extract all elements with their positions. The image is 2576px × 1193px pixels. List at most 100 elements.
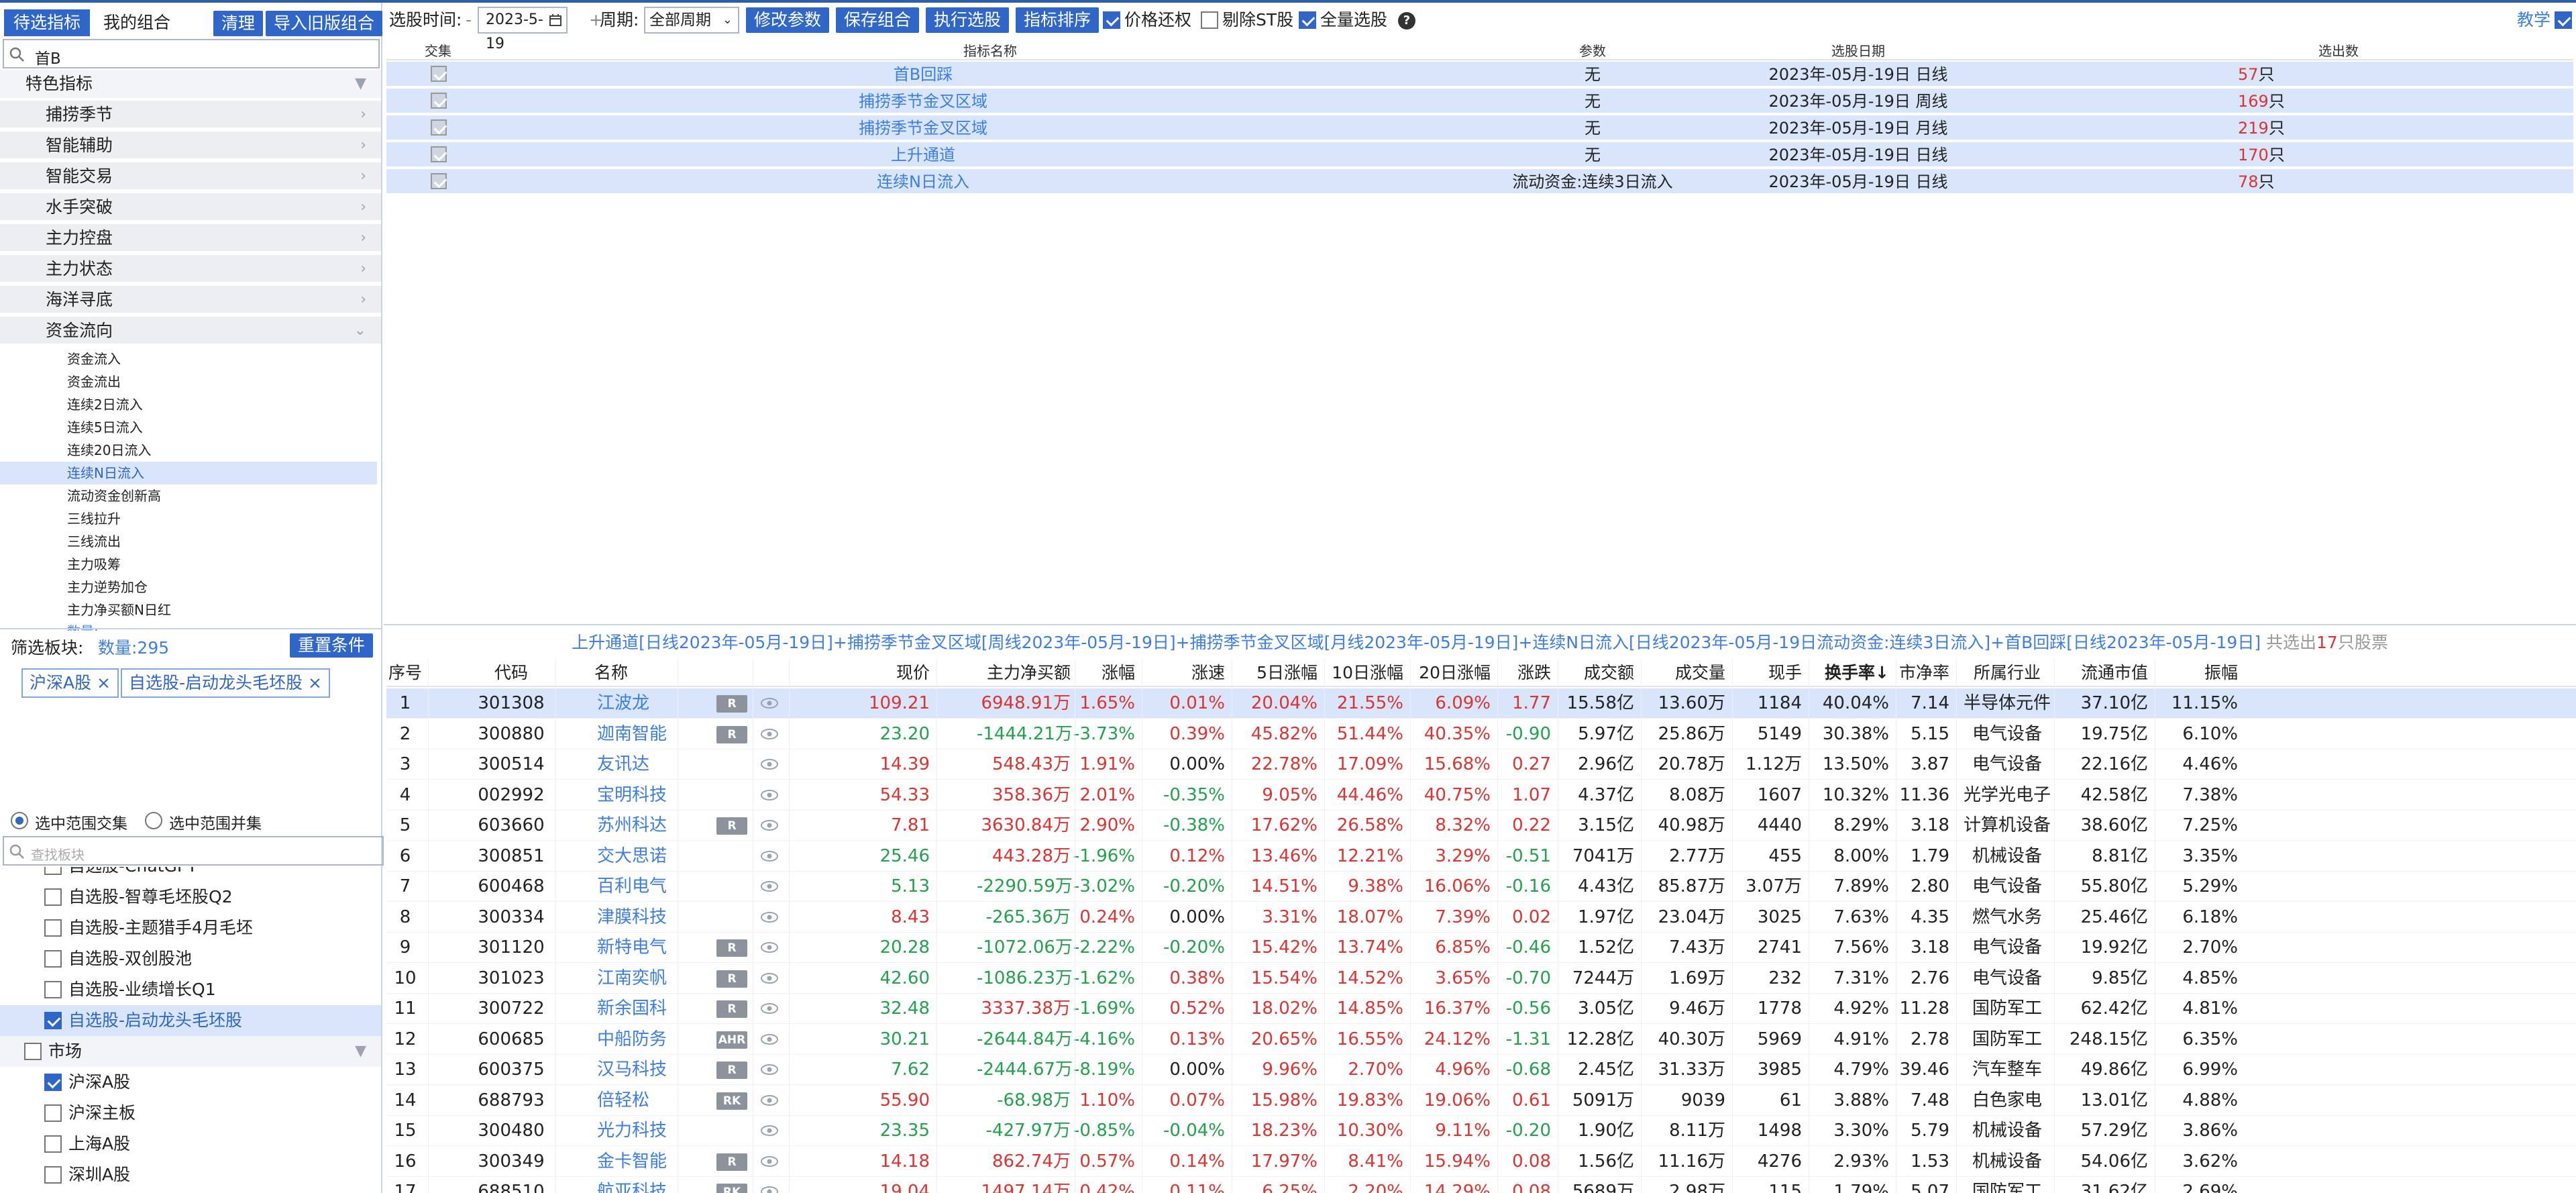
sector-tag-launch-leader[interactable]: 自选股-启动龙头毛坯股 ×	[121, 668, 330, 698]
stock-name[interactable]: 中船防务	[597, 1025, 682, 1055]
checkbox-checked[interactable]	[44, 1012, 62, 1029]
table-row[interactable]: 17 688510 航亚科技 RK 19.04 1497.14万 0.42% 0.11% 6.2…	[386, 1177, 2576, 1193]
criteria-row[interactable]: 上升通道 无 2023年-05月-19日 日线 170只	[386, 142, 2573, 168]
table-row[interactable]: 3 300514 友讯达 14.39 548.43万 1.91% 0.00% 22.78% 17…	[386, 749, 2576, 780]
criteria-row[interactable]: 连续N日流入 流动资金:连续3日流入 2023年-05月-19日 日线 78只	[386, 169, 2573, 195]
stock-name[interactable]: 航亚科技	[597, 1177, 682, 1193]
portfolio-item[interactable]: 自选股-主题猎手4月毛坯	[0, 913, 381, 943]
criteria-row[interactable]: 捕捞季节金叉区域 无 2023年-05月-19日 月线 219只	[386, 115, 2573, 141]
eye-icon[interactable]	[759, 941, 780, 954]
market-item[interactable]: 上海A股	[0, 1129, 381, 1159]
tree-group-capital-flow[interactable]: 资金流向 ⌄	[0, 317, 381, 345]
portfolio-item[interactable]: 自选股-智尊毛坯股Q2	[0, 882, 381, 913]
modify-params-button[interactable]: 修改参数	[746, 7, 830, 33]
stock-name[interactable]: 光力科技	[597, 1116, 682, 1146]
eye-icon[interactable]	[759, 880, 780, 893]
radio-union[interactable]	[145, 812, 162, 829]
col-header[interactable]: 现价	[849, 659, 930, 687]
tree-leaf-inflow[interactable]: 资金流入	[0, 348, 377, 370]
col-header[interactable]: 10日涨幅	[1323, 659, 1403, 687]
criteria-checkbox[interactable]	[431, 66, 447, 82]
tree-group-fishing-season[interactable]: 捕捞季节 ›	[0, 101, 381, 129]
portfolio-item-selected[interactable]: 自选股-启动龙头毛坯股	[0, 1005, 381, 1036]
stock-name[interactable]: 汉马科技	[597, 1055, 682, 1085]
table-row[interactable]: 2 300880 迦南智能 R 23.20 -1444.21万 -3.73% 0.39% 45.…	[386, 719, 2576, 749]
eye-icon[interactable]	[759, 1033, 780, 1046]
tree-group-smart-assist[interactable]: 智能辅助 ›	[0, 132, 381, 160]
table-row[interactable]: 12 600685 中船防务 AHR 30.21 -2644.84万 -4.16% 0.13%…	[386, 1025, 2576, 1055]
col-header[interactable]: 涨跌	[1484, 659, 1551, 687]
criteria-checkbox[interactable]	[431, 93, 447, 109]
criteria-name[interactable]: 捕捞季节金叉区域	[789, 89, 1057, 114]
eye-icon[interactable]	[759, 1094, 780, 1107]
tree-leaf-nday-inflow[interactable]: 连续N日流入	[0, 462, 377, 484]
criteria-name[interactable]: 首B回踩	[789, 62, 1057, 87]
tree-leaf-three-line-out[interactable]: 三线流出	[0, 530, 377, 553]
criteria-checkbox[interactable]	[431, 173, 447, 189]
sector-tag-hs-a[interactable]: 沪深A股 ×	[21, 668, 119, 698]
tutorial-link[interactable]: 教学	[2517, 5, 2551, 35]
date-picker[interactable]: 2023-5-19	[478, 7, 568, 52]
portfolio-item[interactable]: 自选股-业绩增长Q1	[0, 974, 381, 1005]
tree-leaf-liquidity-high[interactable]: 流动资金创新高	[0, 484, 377, 507]
checkbox[interactable]	[44, 919, 62, 937]
checkbox[interactable]	[44, 1135, 62, 1153]
tab-my-portfolio[interactable]: 我的组合	[94, 9, 180, 36]
col-header[interactable]: 序号	[386, 659, 424, 687]
eye-icon[interactable]	[759, 1002, 780, 1015]
col-header[interactable]: 换手率↓	[1809, 659, 1889, 687]
table-row[interactable]: 9 301120 新特电气 R 20.28 -1072.06万 -2.22% -0.20% 15…	[386, 933, 2576, 963]
stock-name[interactable]: 友讯达	[597, 749, 682, 780]
table-row[interactable]: 13 600375 汉马科技 R 7.62 -2444.67万 -8.19% 0.00% 9.9…	[386, 1055, 2576, 1085]
table-row[interactable]: 16 300349 金卡智能 R 14.18 862.74万 0.57% 0.14% 17.97…	[386, 1147, 2576, 1177]
checkbox[interactable]	[44, 1166, 62, 1184]
col-header[interactable]: 20日涨幅	[1410, 659, 1491, 687]
table-row[interactable]: 10 301023 江南奕帆 R 42.60 -1086.23万 -1.62% 0.38% 15…	[386, 964, 2576, 994]
table-row[interactable]: 6 300851 交大思诺 25.46 443.28万 -1.96% 0.12% 13.46%…	[386, 841, 2576, 872]
col-header[interactable]: 市净率	[1882, 659, 1949, 687]
stock-name[interactable]: 迦南智能	[597, 719, 682, 749]
table-row[interactable]: 8 300334 津膜科技 8.43 -265.36万 0.24% 0.00% 3.31% 18…	[386, 902, 2576, 933]
tree-leaf-three-line-up[interactable]: 三线拉升	[0, 507, 377, 530]
eye-icon[interactable]	[759, 911, 780, 924]
stock-name[interactable]: 金卡智能	[597, 1147, 682, 1177]
criteria-checkbox[interactable]	[431, 146, 447, 162]
exclude-st-checkbox[interactable]	[1201, 11, 1218, 29]
col-header[interactable]: 名称	[594, 659, 655, 687]
tree-leaf-5day-inflow[interactable]: 连续5日流入	[0, 416, 377, 439]
col-header[interactable]: 涨速	[1151, 659, 1225, 687]
tree-leaf-2day-inflow[interactable]: 连续2日流入	[0, 393, 377, 416]
stock-name[interactable]: 宝明科技	[597, 780, 682, 811]
run-screen-button[interactable]: 执行选股	[926, 7, 1010, 33]
portfolio-item[interactable]: 自选股-双创股池	[0, 943, 381, 974]
eye-icon[interactable]	[759, 849, 780, 863]
table-row[interactable]: 15 300480 光力科技 23.35 -427.97万 -0.85% -0.04% 18.…	[386, 1116, 2576, 1146]
eye-icon[interactable]	[759, 727, 780, 741]
eye-icon[interactable]	[759, 1155, 780, 1168]
eye-icon[interactable]	[759, 1063, 780, 1076]
table-row[interactable]: 7 600468 百利电气 5.13 -2290.59万 -3.02% -0.20% 14.5…	[386, 872, 2576, 902]
col-header[interactable]: 成交量	[1645, 659, 1725, 687]
market-group[interactable]: 市场 ▼	[0, 1036, 381, 1067]
stock-name[interactable]: 江南奕帆	[597, 964, 682, 994]
price-adjust-checkbox[interactable]	[1103, 11, 1120, 29]
market-item[interactable]: 沪深主板	[0, 1098, 381, 1129]
clear-button[interactable]: 清理	[213, 11, 264, 36]
portfolio-item[interactable]: 自选股-ChatGPT	[0, 867, 381, 882]
eye-icon[interactable]	[759, 819, 780, 832]
stock-name[interactable]: 新特电气	[597, 933, 682, 963]
col-header[interactable]: 所属行业	[1967, 659, 2047, 687]
table-row[interactable]: 14 688793 倍轻松 RK 55.90 -68.98万 1.10% 0.07% 15.98…	[386, 1086, 2576, 1116]
col-header[interactable]: 成交额	[1554, 659, 1634, 687]
criteria-name[interactable]: 捕捞季节金叉区域	[789, 115, 1057, 141]
checkbox-checked[interactable]	[44, 1074, 62, 1091]
eye-icon[interactable]	[759, 1185, 780, 1193]
market-item[interactable]: 深圳A股	[0, 1159, 381, 1190]
eye-icon[interactable]	[759, 972, 780, 985]
stock-name[interactable]: 苏州科达	[597, 811, 682, 841]
stock-name[interactable]: 交大思诺	[597, 841, 682, 872]
criteria-name[interactable]: 上升通道	[789, 142, 1057, 168]
checkbox[interactable]	[44, 888, 62, 906]
checkbox[interactable]	[44, 1104, 62, 1122]
save-portfolio-button[interactable]: 保存组合	[836, 7, 920, 33]
